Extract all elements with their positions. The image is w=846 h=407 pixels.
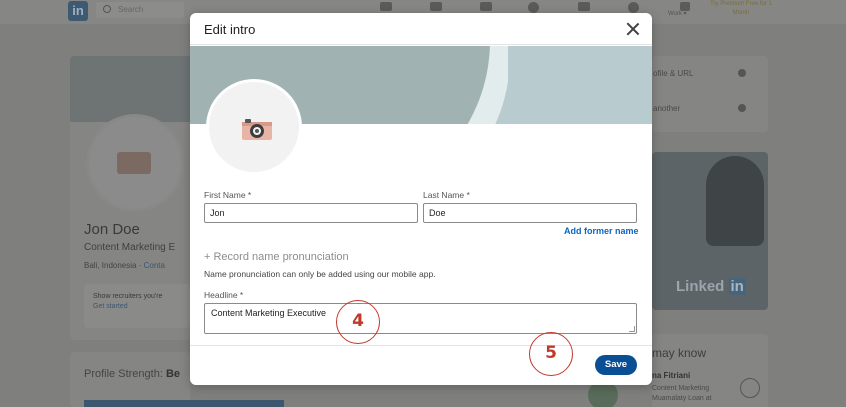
record-pronunciation-link[interactable]: + Record name pronunciation (204, 251, 349, 263)
premium-link[interactable]: Try Premium Free for 1 Month (706, 0, 776, 18)
profile-cover (70, 56, 190, 122)
ad-person-image (706, 156, 764, 246)
first-name-label: First Name * (204, 190, 252, 200)
profile-photo[interactable] (206, 79, 302, 175)
resize-handle[interactable] (629, 326, 635, 332)
suggested-person-name[interactable]: na Fitriani (652, 371, 690, 380)
get-started-link[interactable]: Get started (93, 302, 181, 312)
first-name-input[interactable]: Jon (204, 203, 418, 223)
add-former-name-link[interactable]: Add former name (564, 226, 639, 236)
linkedin-logo-icon[interactable]: in (68, 1, 88, 21)
connect-icon[interactable] (740, 378, 760, 398)
suggested-person-title: Content Marketing (652, 385, 710, 392)
network-icon[interactable] (430, 2, 442, 11)
headline-label: Headline * (204, 290, 244, 300)
footer-divider (190, 345, 652, 346)
work-label[interactable]: Work ▾ (668, 10, 687, 17)
notifications-icon[interactable] (578, 2, 590, 11)
dialog-title: Edit intro (204, 22, 256, 37)
annotation-marker-5: 5 (529, 332, 573, 376)
help-icon[interactable] (738, 104, 746, 112)
ad-brand-box: in (728, 278, 746, 295)
advertisement-card[interactable]: Linked in (652, 152, 768, 310)
home-icon[interactable] (380, 2, 392, 11)
dialog-header: Edit intro (190, 13, 652, 45)
strength-bar (84, 400, 284, 407)
profile-settings-card (652, 56, 768, 132)
annotation-marker-4: 4 (336, 300, 380, 344)
location-text: Bali, Indonesia (84, 261, 137, 270)
strength-label: Profile Strength: (84, 368, 163, 380)
pronunciation-note: Name pronunciation can only be added usi… (204, 269, 436, 279)
add-profile-language-link[interactable]: another (653, 104, 680, 113)
me-avatar-icon[interactable] (628, 2, 639, 13)
help-icon[interactable] (738, 69, 746, 77)
profile-camera-icon (117, 152, 151, 174)
search-placeholder: Search (118, 5, 144, 14)
recruiters-card: Show recruiters you're Get started (84, 284, 190, 328)
search-box[interactable]: Search (96, 2, 184, 18)
jobs-icon[interactable] (480, 2, 492, 11)
ad-brand-text: Linked (676, 278, 725, 295)
edit-profile-url-link[interactable]: ofile & URL (653, 69, 693, 78)
last-name-label: Last Name * (423, 190, 470, 200)
profile-location: Bali, Indonesia · Conta (84, 261, 165, 270)
messaging-icon[interactable] (528, 2, 539, 13)
suggested-person-company: Muamalaty Loan at (652, 395, 712, 402)
cover-right-panel (508, 46, 652, 124)
ad-brand: Linked in (676, 278, 746, 295)
search-icon (103, 5, 111, 13)
save-button[interactable]: Save (595, 355, 637, 375)
headline-textarea[interactable]: Content Marketing Executive (204, 303, 637, 334)
profile-strength: Profile Strength: Be (84, 368, 180, 380)
strength-value: Be (165, 368, 180, 380)
people-you-may-know-title: may know (652, 346, 707, 360)
recruiters-text: Show recruiters you're (93, 293, 163, 300)
contact-info-link[interactable]: Conta (144, 261, 165, 270)
edit-intro-dialog: Edit intro First Name * Jon Last Name * … (190, 13, 652, 385)
suggested-person-details: Content Marketing Muamalaty Loan at (652, 384, 712, 404)
close-icon[interactable] (626, 22, 640, 36)
profile-name: Jon Doe (84, 221, 140, 238)
headline-value: Content Marketing Executive (211, 308, 327, 318)
profile-headline: Content Marketing E (84, 242, 176, 253)
camera-icon (242, 119, 272, 140)
last-name-input[interactable]: Doe (423, 203, 637, 223)
